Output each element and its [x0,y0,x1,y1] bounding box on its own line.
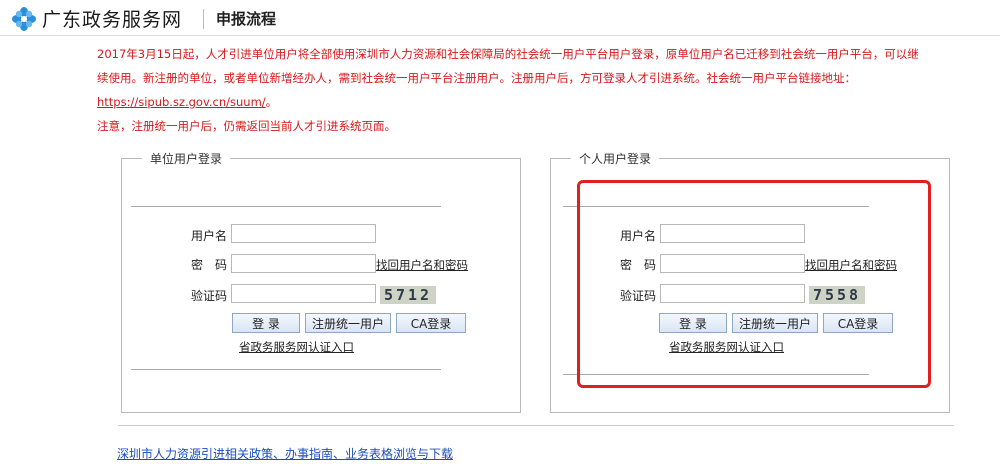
site-title[interactable]: 广东政务服务网 [42,5,182,32]
unit-top-divider [131,206,441,207]
personal-login-legend: 个人用户登录 [571,150,660,167]
unit-ca-login-button[interactable]: CA登录 [396,313,466,333]
notice-line-2: 注意，注册统一用户后，仍需返回当前人才引进系统页面。 [97,119,396,133]
unit-password-label: 密 码 [191,258,228,272]
unit-recover-link[interactable]: 找回用户名和密码 [376,257,468,273]
unit-captcha-input[interactable] [231,284,376,303]
page-title: 申报流程 [216,10,277,28]
unit-register-button[interactable]: 注册统一用户 [305,313,391,333]
suum-platform-link[interactable]: https://sipub.sz.gov.cn/suum/ [97,95,266,109]
unit-portal-link[interactable]: 省政务服务网认证入口 [239,339,354,355]
unit-login-button[interactable]: 登 录 [232,313,300,333]
page-header: 广东政务服务网 申报流程 [0,0,1000,36]
notice-link-suffix: 。 [265,95,278,109]
unit-login-legend: 单位用户登录 [142,150,231,167]
title-divider [203,9,204,29]
highlight-annotation-box [577,180,931,388]
unit-bottom-divider [131,369,441,370]
unit-username-input[interactable] [231,224,376,243]
flower-logo-icon [12,7,36,31]
bottom-divider [118,425,954,426]
unit-username-label: 用户名 [191,229,228,243]
unit-captcha-image[interactable]: 5712 [380,286,436,304]
unit-password-input[interactable] [231,254,376,273]
notice-line-1: 2017年3月15日起，人才引进单位用户将全部使用深圳市人力资源和社会保障局的社… [97,47,919,85]
unit-captcha-label: 验证码 [191,289,228,303]
policy-guide-link[interactable]: 深圳市人力资源引进相关政策、办事指南、业务表格浏览与下载 [117,445,453,462]
unit-login-panel: 单位用户登录 用户名 密 码 找回用户名和密码 验证码 5712 登 录 注册统… [121,150,521,413]
notice-text: 2017年3月15日起，人才引进单位用户将全部使用深圳市人力资源和社会保障局的社… [97,42,927,138]
notice-paragraph: 2017年3月15日起，人才引进单位用户将全部使用深圳市人力资源和社会保障局的社… [97,42,927,114]
